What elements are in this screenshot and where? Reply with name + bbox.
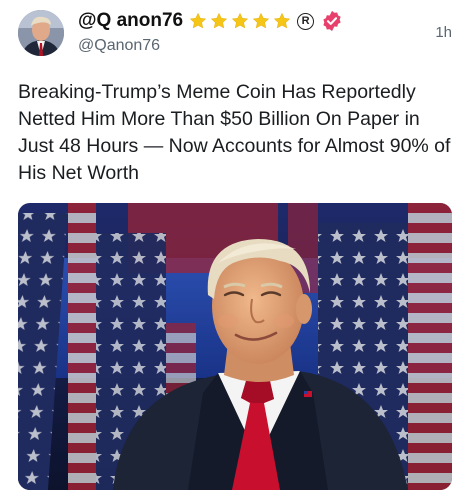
post-card[interactable]: @Q anon76 R @Qanon76 1h Breaking-Trump’s… <box>0 0 470 500</box>
author-display-name[interactable]: @Q anon76 <box>78 10 183 32</box>
star-icon <box>252 12 270 29</box>
timestamp[interactable]: 1h <box>435 24 452 41</box>
star-icon <box>231 12 249 29</box>
author-handle[interactable]: @Qanon76 <box>78 37 160 55</box>
star-icon <box>273 12 291 29</box>
post-text: Breaking-Trump’s Meme Coin Has Reportedl… <box>18 81 451 184</box>
star-icon <box>189 12 207 29</box>
star-icon <box>210 12 228 29</box>
author-name-row: @Q anon76 R <box>78 8 343 34</box>
verified-icon <box>323 10 341 32</box>
post-image[interactable] <box>18 203 452 490</box>
registered-icon: R <box>297 12 315 30</box>
avatar[interactable] <box>18 10 64 56</box>
